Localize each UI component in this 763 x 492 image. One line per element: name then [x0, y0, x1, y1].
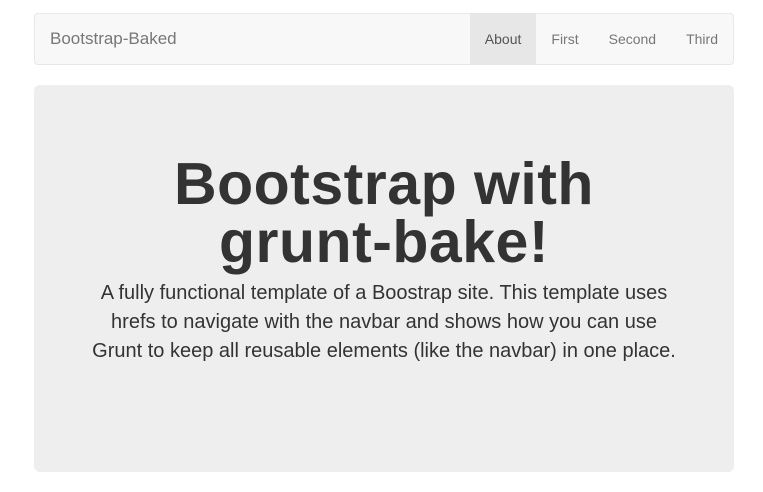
nav-item-third[interactable]: Third	[671, 14, 733, 64]
nav-item-second[interactable]: Second	[594, 14, 671, 64]
nav-item-about[interactable]: About	[469, 14, 537, 64]
navbar-menu: About First Second Third	[469, 14, 733, 64]
navbar: Bootstrap-Baked About First Second Third	[34, 13, 734, 65]
jumbotron: Bootstrap with grunt-bake! A fully funct…	[34, 85, 734, 472]
lead-paragraph: A fully functional template of a Boostra…	[92, 282, 676, 362]
page-title: Bootstrap with grunt-bake!	[174, 151, 594, 275]
navbar-brand[interactable]: Bootstrap-Baked	[35, 14, 177, 64]
nav-item-first[interactable]: First	[536, 14, 593, 64]
